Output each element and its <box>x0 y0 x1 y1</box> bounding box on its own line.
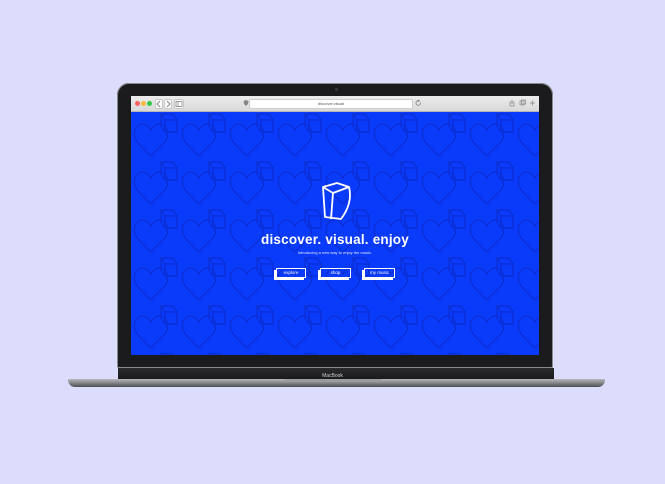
tabs-icon <box>519 99 526 106</box>
forward-button[interactable] <box>164 99 172 109</box>
reload-button[interactable] <box>415 99 422 111</box>
hero-subtitle: introducing a new way to enjoy the music… <box>297 250 373 255</box>
browser-screen: discover.visual discover. visual. enjoy … <box>131 96 539 355</box>
hero-title: discover. visual. enjoy <box>261 232 409 247</box>
safari-toolbar: discover.visual <box>131 96 539 112</box>
share-icon <box>509 99 515 107</box>
shop-button[interactable]: shop <box>320 268 351 278</box>
address-bar[interactable]: discover.visual <box>249 99 413 109</box>
close-window-button[interactable] <box>135 101 140 106</box>
my-music-button[interactable]: my music <box>364 268 395 278</box>
tabs-button[interactable] <box>519 99 526 111</box>
reload-icon <box>415 99 421 106</box>
chevron-left-icon <box>156 100 161 108</box>
plus-icon <box>530 100 535 106</box>
chevron-right-icon <box>166 100 171 108</box>
back-button[interactable] <box>155 99 163 109</box>
new-tab-button[interactable] <box>529 99 536 111</box>
zoom-window-button[interactable] <box>147 101 152 106</box>
cube-logo-icon <box>322 182 351 220</box>
address-text: discover.visual <box>317 101 344 106</box>
macbook-hinge-notch <box>284 379 382 382</box>
share-button[interactable] <box>509 99 515 111</box>
explore-button[interactable]: explore <box>276 268 306 278</box>
camera-dot <box>335 88 338 91</box>
sidebar-icon <box>175 101 183 107</box>
minimize-window-button[interactable] <box>141 101 146 106</box>
sidebar-toggle-button[interactable] <box>174 99 184 109</box>
